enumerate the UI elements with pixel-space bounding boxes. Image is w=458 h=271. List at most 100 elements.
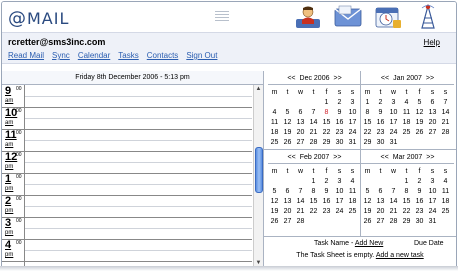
hour-ampm[interactable]: pm xyxy=(5,186,13,192)
calendar-day[interactable]: 15 xyxy=(400,197,413,207)
calendar-day[interactable]: 16 xyxy=(413,197,426,207)
calendar-day-today[interactable]: 8 xyxy=(320,108,333,118)
menu-sign-out[interactable]: Sign Out xyxy=(186,51,217,60)
next-month-button[interactable]: >> xyxy=(333,75,341,82)
calendar-day[interactable]: 1 xyxy=(320,98,333,108)
calendar-day[interactable]: 17 xyxy=(426,197,439,207)
hour-row[interactable]: 1 pm 00 xyxy=(2,173,252,196)
hour-row[interactable]: 4 pm 00 xyxy=(2,239,252,262)
calendar-day[interactable]: 26 xyxy=(413,128,426,138)
hour-number[interactable]: 4 xyxy=(5,239,11,251)
calendar-day[interactable]: 10 xyxy=(333,187,346,197)
hour-row[interactable]: 2 pm 00 xyxy=(2,195,252,218)
calendar-day[interactable]: 25 xyxy=(439,207,452,217)
calendar-day[interactable]: 12 xyxy=(413,108,426,118)
hour-ampm[interactable]: am xyxy=(5,120,13,126)
calendar-day[interactable]: 16 xyxy=(320,197,333,207)
calendar-day[interactable]: 23 xyxy=(374,128,387,138)
calendar-day[interactable]: 24 xyxy=(426,207,439,217)
hour-number[interactable]: 3 xyxy=(5,217,11,229)
calendar-day[interactable]: 1 xyxy=(400,177,413,187)
calendar-day[interactable]: 22 xyxy=(400,207,413,217)
hour-ampm[interactable]: pm xyxy=(5,164,13,170)
calendar-day[interactable]: 24 xyxy=(333,207,346,217)
hour-ampm[interactable]: pm xyxy=(5,208,13,214)
hour-number[interactable]: 1 xyxy=(5,173,11,185)
hour-number[interactable]: 9 xyxy=(5,85,11,97)
menu-sync[interactable]: Sync xyxy=(52,51,70,60)
calendar-day[interactable]: 29 xyxy=(400,217,413,227)
hour-ampm[interactable]: am xyxy=(5,98,13,104)
calendar-day[interactable]: 30 xyxy=(374,138,387,148)
calendar-day[interactable]: 25 xyxy=(268,138,281,148)
calendar-day[interactable]: 18 xyxy=(346,197,359,207)
calendar-day[interactable]: 31 xyxy=(346,138,359,148)
next-month-button[interactable]: >> xyxy=(426,154,434,161)
calendar-day[interactable]: 5 xyxy=(268,187,281,197)
calendar-day[interactable]: 17 xyxy=(346,118,359,128)
calendar-day[interactable]: 14 xyxy=(439,108,452,118)
contacts-icon[interactable] xyxy=(292,4,324,30)
calendar-day[interactable]: 18 xyxy=(268,128,281,138)
menu-tasks[interactable]: Tasks xyxy=(118,51,138,60)
calendar-day[interactable]: 4 xyxy=(439,177,452,187)
calendar-day[interactable]: 27 xyxy=(374,217,387,227)
scroll-up-icon[interactable]: ▲ xyxy=(254,85,263,94)
hour-ampm[interactable]: am xyxy=(5,142,13,148)
calendar-day[interactable]: 2 xyxy=(413,177,426,187)
calendar-day[interactable]: 10 xyxy=(426,187,439,197)
calendar-day[interactable]: 15 xyxy=(320,118,333,128)
calendar-day[interactable]: 23 xyxy=(320,207,333,217)
calendar-day[interactable]: 27 xyxy=(281,217,294,227)
hour-ampm[interactable]: pm xyxy=(5,230,13,236)
calendar-day[interactable]: 13 xyxy=(281,197,294,207)
calendar-day[interactable]: 14 xyxy=(387,197,400,207)
calendar-day[interactable]: 8 xyxy=(400,187,413,197)
calendar-icon[interactable] xyxy=(372,4,404,30)
prev-month-button[interactable]: << xyxy=(381,154,389,161)
calendar-day[interactable]: 31 xyxy=(426,217,439,227)
calendar-day[interactable]: 13 xyxy=(294,118,307,128)
calendar-day[interactable]: 10 xyxy=(346,108,359,118)
calendar-day[interactable]: 25 xyxy=(346,207,359,217)
calendar-day[interactable]: 14 xyxy=(294,197,307,207)
calendar-day[interactable]: 10 xyxy=(387,108,400,118)
calendar-day[interactable]: 9 xyxy=(374,108,387,118)
calendar-day[interactable]: 15 xyxy=(361,118,374,128)
calendar-day[interactable]: 22 xyxy=(361,128,374,138)
scroll-thumb[interactable] xyxy=(255,147,263,193)
calendar-day[interactable]: 26 xyxy=(281,138,294,148)
add-task-link[interactable]: Add a new task xyxy=(376,252,424,259)
calendar-day[interactable]: 5 xyxy=(413,98,426,108)
calendar-day[interactable]: 14 xyxy=(307,118,320,128)
calendar-day[interactable]: 27 xyxy=(294,138,307,148)
prev-month-button[interactable]: << xyxy=(381,75,389,82)
hour-number[interactable]: 11 xyxy=(5,129,17,141)
calendar-day[interactable]: 6 xyxy=(426,98,439,108)
calendar-day[interactable]: 28 xyxy=(387,217,400,227)
calendar-day[interactable]: 9 xyxy=(320,187,333,197)
calendar-day[interactable]: 12 xyxy=(281,118,294,128)
calendar-day[interactable]: 19 xyxy=(281,128,294,138)
calendar-day[interactable]: 4 xyxy=(268,108,281,118)
hour-row[interactable]: 12 pm 00 xyxy=(2,151,252,174)
hour-ampm[interactable]: pm xyxy=(5,252,13,258)
calendar-day[interactable]: 17 xyxy=(387,118,400,128)
day-view-scrollbar[interactable]: ▲ ▼ xyxy=(253,85,263,268)
calendar-day[interactable]: 28 xyxy=(294,217,307,227)
calendar-day[interactable]: 28 xyxy=(307,138,320,148)
calendar-day[interactable]: 29 xyxy=(320,138,333,148)
next-month-button[interactable]: >> xyxy=(426,75,434,82)
calendar-day[interactable]: 13 xyxy=(374,197,387,207)
calendar-day[interactable]: 4 xyxy=(346,177,359,187)
mail-icon[interactable] xyxy=(332,4,364,30)
calendar-day[interactable]: 8 xyxy=(361,108,374,118)
calendar-day[interactable]: 3 xyxy=(333,177,346,187)
menu-contacts[interactable]: Contacts xyxy=(147,51,179,60)
calendar-day[interactable]: 28 xyxy=(439,128,452,138)
calendar-day[interactable]: 7 xyxy=(294,187,307,197)
prev-month-button[interactable]: << xyxy=(288,154,296,161)
calendar-day[interactable]: 21 xyxy=(439,118,452,128)
calendar-day[interactable]: 23 xyxy=(333,128,346,138)
calendar-day[interactable]: 15 xyxy=(307,197,320,207)
